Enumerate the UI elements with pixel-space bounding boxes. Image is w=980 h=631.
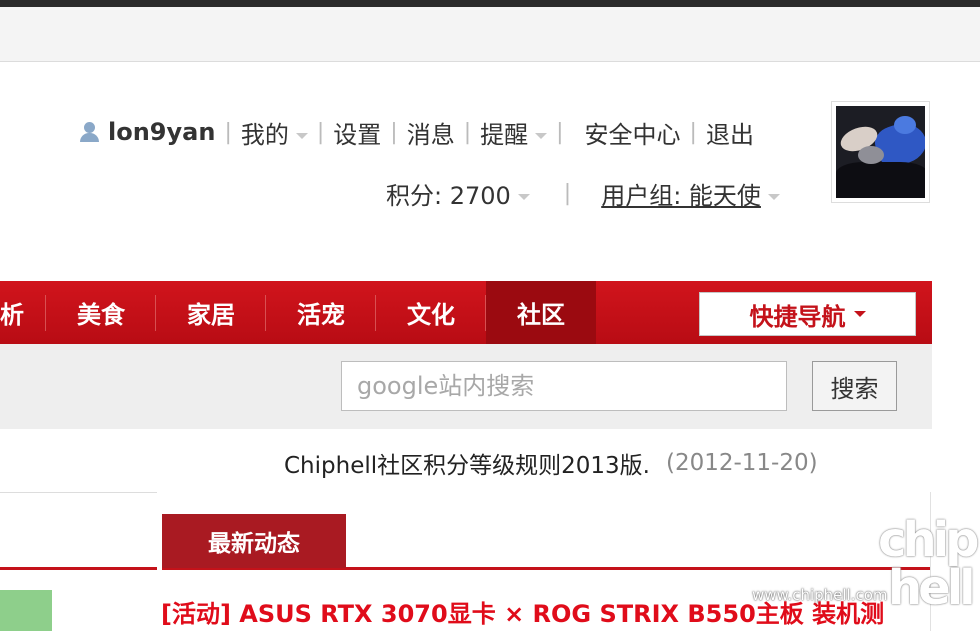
chevron-down-icon	[853, 311, 866, 317]
chevron-down-icon	[295, 132, 308, 139]
watermark-line1: chip	[878, 512, 979, 568]
header-strip	[0, 7, 980, 62]
user-group-menu[interactable]: 用户组: 能天使	[601, 176, 780, 211]
chevron-down-icon	[767, 193, 780, 200]
user-menu-bar: lon9yan | 我的 | 设置 | 消息 | 提醒 | 安全中心 | 退出	[78, 114, 754, 150]
nav-item-label: 家居	[187, 301, 235, 329]
credits-label: 积分: 2700	[386, 181, 511, 210]
separator: |	[463, 119, 472, 145]
nav-item-label: 文化	[407, 301, 455, 329]
separator: |	[316, 119, 325, 145]
search-input[interactable]	[341, 361, 787, 411]
window-top-bar	[0, 0, 980, 7]
messages-link[interactable]: 消息	[407, 115, 455, 150]
user-group-label: 用户组: 能天使	[601, 181, 761, 210]
settings-link[interactable]: 设置	[333, 115, 381, 150]
credits-menu[interactable]: 积分: 2700	[386, 176, 530, 211]
separator: |	[390, 119, 398, 145]
divider	[0, 492, 157, 493]
logout-link[interactable]: 退出	[706, 115, 754, 150]
username-link[interactable]: lon9yan	[108, 118, 215, 146]
nav-item-label: 活宠	[297, 301, 345, 329]
credit-row: 积分: 2700 | 用户组: 能天使	[386, 176, 780, 210]
nav-item-home[interactable]: 家居	[156, 281, 266, 344]
quick-nav-button[interactable]: 快捷导航	[699, 292, 916, 336]
nav-item-community[interactable]: 社区	[486, 281, 596, 344]
quick-nav-label: 快捷导航	[749, 302, 846, 331]
announcement[interactable]: Chiphell社区积分等级规则2013版. (2012-11-20)	[284, 446, 818, 480]
announcement-link[interactable]: Chiphell社区积分等级规则2013版.	[284, 446, 650, 480]
search-button[interactable]: 搜索	[812, 361, 897, 411]
nav-item-food[interactable]: 美食	[46, 281, 156, 344]
nav-item-label: 美食	[77, 301, 125, 329]
thumbnail[interactable]	[0, 590, 52, 631]
watermark-url: www.chiphell.com	[752, 586, 888, 604]
my-menu[interactable]: 我的	[241, 115, 308, 150]
tab-label: 最新动态	[208, 531, 300, 557]
chevron-down-icon	[535, 132, 548, 139]
user-icon	[78, 120, 100, 144]
nav-item-pets[interactable]: 活宠	[266, 281, 376, 344]
separator: |	[689, 119, 697, 145]
nav-item-culture[interactable]: 文化	[376, 281, 486, 344]
watermark-logo: chip hell	[878, 516, 979, 631]
chevron-down-icon	[517, 193, 530, 200]
nav-item-label: 社区	[517, 301, 565, 329]
reminders-menu[interactable]: 提醒	[480, 115, 548, 150]
separator: |	[224, 119, 232, 145]
nav-item-label: 析	[0, 301, 24, 329]
tab-latest-activity[interactable]: 最新动态	[162, 514, 346, 568]
reminders-label: 提醒	[480, 120, 529, 149]
my-menu-label: 我的	[240, 120, 289, 149]
separator: |	[556, 119, 564, 145]
separator: |	[563, 180, 572, 206]
security-center-link[interactable]: 安全中心	[585, 115, 681, 150]
watermark-line2: hell	[888, 560, 976, 616]
avatar[interactable]	[831, 101, 930, 203]
nav-item-partial[interactable]: 析	[0, 281, 46, 344]
divider	[0, 567, 157, 570]
announcement-date: (2012-11-20)	[665, 450, 818, 476]
avatar-image	[836, 106, 925, 198]
